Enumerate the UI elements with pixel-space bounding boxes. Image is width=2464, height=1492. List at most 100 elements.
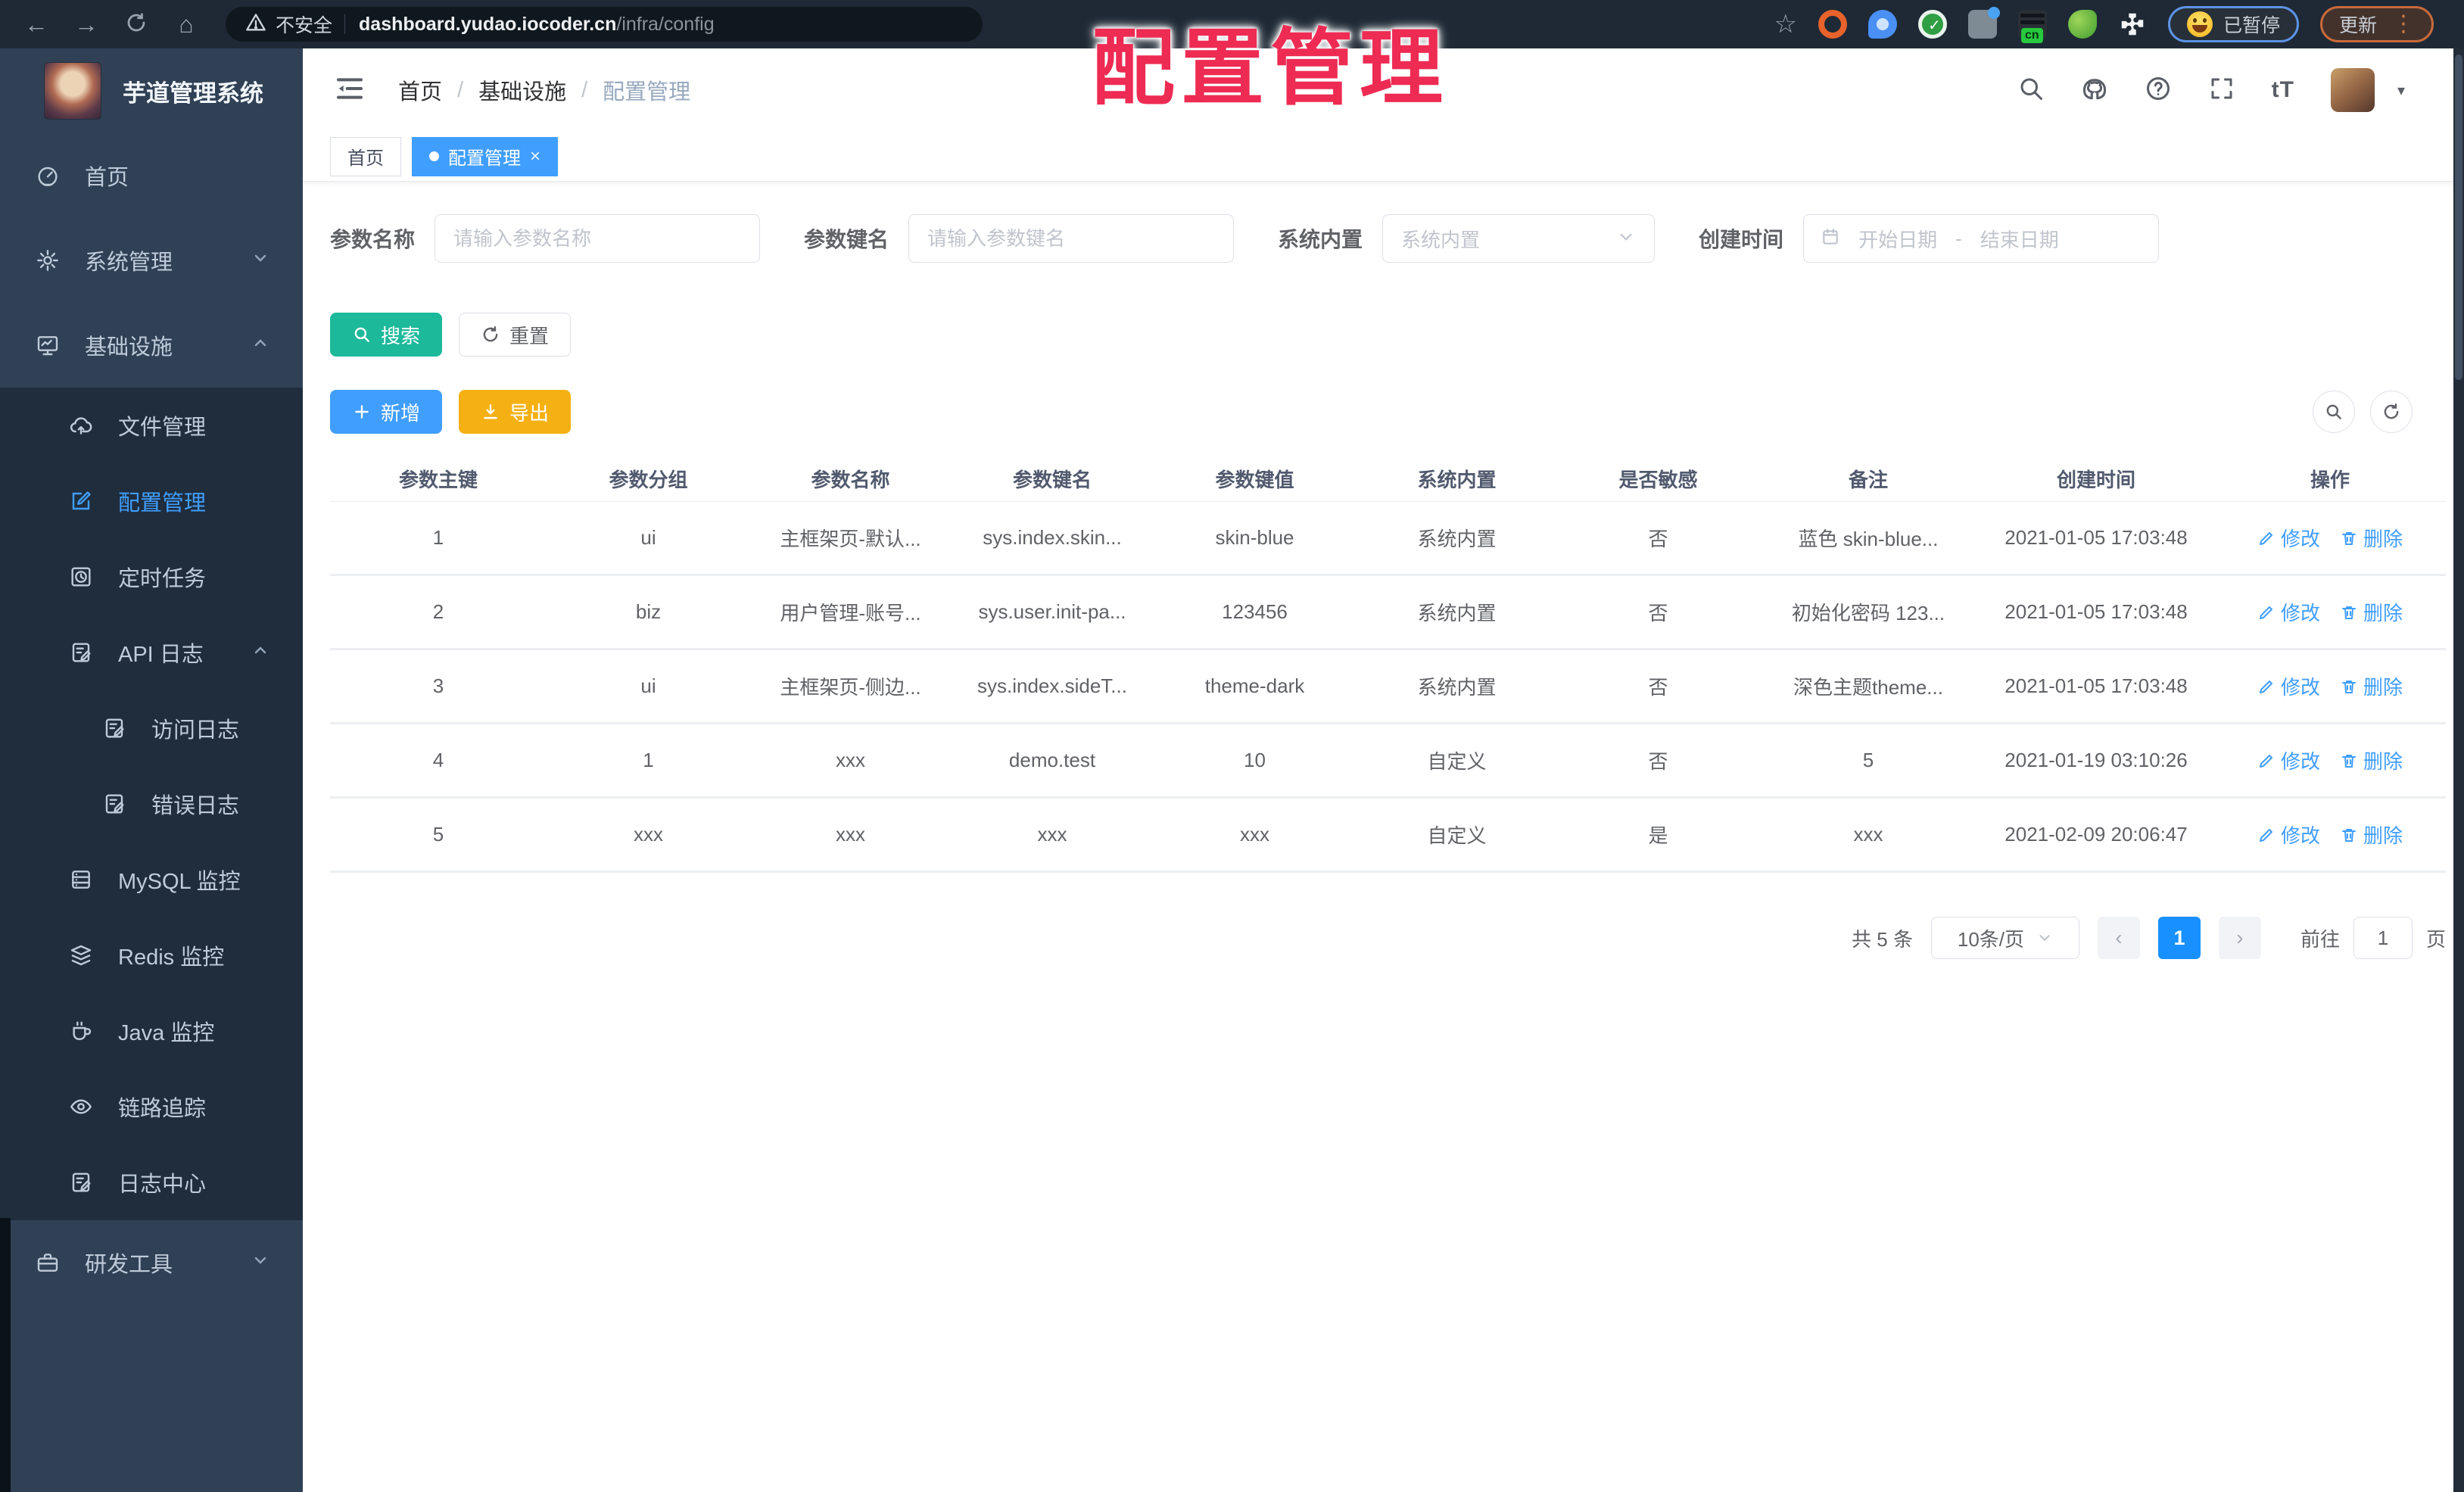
sidebar-item-file-manage[interactable]: 文件管理 (0, 388, 303, 463)
extensions-puzzle-icon[interactable] (2118, 10, 2147, 39)
current-page-button[interactable]: 1 (2157, 917, 2201, 959)
edit-link[interactable]: 修改 (2257, 524, 2320, 552)
avatar-caret-icon[interactable]: ▾ (2397, 81, 2405, 100)
system-builtin-select[interactable]: 系统内置 (1382, 214, 1656, 263)
browser-scrollbar-thumb[interactable] (2455, 55, 2462, 380)
date-range-picker[interactable]: 开始日期 - 结束日期 (1803, 214, 2160, 263)
search-icon[interactable] (2017, 75, 2045, 106)
param-name-label: 参数名称 (330, 228, 416, 251)
close-tab-icon[interactable]: × (530, 147, 540, 166)
extension-icon-green-check[interactable]: ✓ (1917, 10, 1947, 39)
edit-link[interactable]: 修改 (2257, 746, 2320, 774)
chevron-down-icon (251, 248, 269, 273)
filter-form: 参数名称 参数键名 系统内置 系统内置 创建时间 开始日期 - 结束日期 (330, 214, 2431, 263)
refresh-button[interactable] (2370, 391, 2413, 433)
eye-icon (68, 1094, 94, 1120)
coffee-icon (68, 1018, 94, 1044)
cell-参数主键: 1 (432, 526, 444, 549)
emoji-avatar (2186, 11, 2213, 37)
sidebar-item-system[interactable]: 系统管理 (0, 218, 303, 303)
sidebar-item-error-log[interactable]: 错误日志 (0, 766, 303, 842)
sidebar-scrollbar[interactable] (0, 1218, 11, 1492)
cell-参数键名: xxx (1037, 823, 1067, 846)
sidebar-item-java-monitor[interactable]: Java 监控 (0, 993, 303, 1069)
tab-config-manage[interactable]: 配置管理 × (412, 136, 559, 176)
browser-menu-icon[interactable]: ⋮ (2392, 13, 2415, 36)
edit-link[interactable]: 修改 (2257, 598, 2320, 626)
help-icon[interactable] (2145, 75, 2172, 106)
breadcrumb-infra[interactable]: 基础设施 (478, 74, 566, 106)
chevron-down-icon (251, 1251, 269, 1276)
breadcrumb-home[interactable]: 首页 (398, 74, 442, 106)
page-body: 参数名称 参数键名 系统内置 系统内置 创建时间 开始日期 - 结束日期 (303, 214, 2453, 959)
sidebar-item-access-log[interactable]: 访问日志 (0, 690, 303, 766)
breadcrumb: 首页 / 基础设施 / 配置管理 (398, 74, 690, 106)
bookmark-star-icon[interactable]: ☆ (1774, 9, 1796, 39)
cell-操作: 修改 删除 (2214, 821, 2446, 849)
create-time-label: 创建时间 (1699, 228, 1784, 251)
log-document-icon (101, 715, 127, 741)
delete-link[interactable]: 删除 (2340, 598, 2403, 626)
sidebar-item-mysql-monitor[interactable]: MySQL 监控 (0, 842, 303, 917)
delete-link[interactable]: 删除 (2340, 524, 2403, 552)
browser-home-button[interactable]: ⌂ (173, 12, 200, 36)
sidebar-item-api-log[interactable]: API 日志 (0, 615, 303, 690)
prev-page-button[interactable]: ‹ (2097, 917, 2140, 959)
delete-link[interactable]: 删除 (2340, 672, 2403, 700)
browser-forward-button[interactable]: → (73, 12, 100, 36)
user-avatar[interactable] (2330, 68, 2375, 112)
extension-icon-grey[interactable] (1967, 7, 2000, 39)
param-name-input[interactable] (435, 214, 761, 263)
sidebar-item-config-manage[interactable]: 配置管理 (0, 463, 303, 539)
edit-link[interactable]: 修改 (2257, 821, 2320, 849)
delete-link[interactable]: 删除 (2340, 746, 2403, 774)
table-utility-buttons (2313, 391, 2431, 433)
font-size-icon[interactable]: tT (2272, 77, 2294, 103)
url-bar[interactable]: 不安全 dashboard.yudao.iocoder.cn /infra/co… (226, 7, 983, 42)
sidebar-item-cron-job[interactable]: 定时任务 (0, 539, 303, 615)
extension-icon-leaf[interactable] (2067, 10, 2097, 39)
reset-button[interactable]: 重置 (459, 313, 572, 357)
next-page-button[interactable]: › (2218, 917, 2261, 959)
chevron-up-icon (251, 333, 269, 358)
page-size-select[interactable]: 10条/页 (1930, 917, 2079, 959)
cell-备注: xxx (1853, 823, 1883, 846)
sidebar-item-dev-tools[interactable]: 研发工具 (0, 1220, 303, 1305)
collapse-sidebar-icon[interactable] (335, 73, 365, 107)
delete-link[interactable]: 删除 (2340, 821, 2403, 849)
edit-link[interactable]: 修改 (2257, 672, 2320, 700)
update-label: 更新 (2338, 15, 2377, 36)
extension-icon-cn[interactable]: cn (2017, 10, 2047, 43)
extension-icon-pin[interactable] (1867, 10, 1897, 39)
param-key-input[interactable] (908, 214, 1235, 263)
insecure-warning-icon[interactable] (245, 12, 266, 37)
sidebar-item-redis-monitor[interactable]: Redis 监控 (0, 917, 303, 993)
cell-是否敏感: 否 (1648, 750, 1668, 773)
log-document-icon (68, 640, 94, 665)
brand-title: 芋道管理系统 (123, 79, 263, 107)
goto-page-input[interactable] (2353, 917, 2413, 959)
cell-备注: 蓝色 skin-blue... (1798, 528, 1939, 550)
browser-back-button[interactable]: ← (23, 12, 50, 36)
cell-参数名称: 主框架页-侧边... (780, 676, 921, 699)
fullscreen-icon[interactable] (2208, 75, 2235, 106)
browser-reload-button[interactable] (123, 11, 150, 38)
sidebar-item-trace[interactable]: 链路追踪 (0, 1069, 303, 1145)
add-button[interactable]: 新增 (330, 390, 443, 434)
export-button[interactable]: 导出 (459, 390, 572, 434)
profile-paused-pill[interactable]: 已暂停 (2167, 6, 2299, 42)
browser-scrollbar[interactable] (2453, 48, 2464, 1492)
toggle-search-button[interactable] (2313, 391, 2355, 433)
github-icon[interactable] (2081, 75, 2108, 106)
extension-icon-orange[interactable] (1818, 10, 1847, 39)
sidebar-item-home[interactable]: 首页 (0, 133, 303, 218)
search-button[interactable]: 搜索 (330, 313, 443, 357)
clock-icon (68, 564, 94, 590)
tab-home[interactable]: 首页 (330, 136, 401, 176)
date-end-placeholder: 结束日期 (1980, 228, 2059, 251)
browser-update-button[interactable]: 更新 ⋮ (2319, 6, 2434, 42)
sidebar-item-log-center[interactable]: 日志中心 (0, 1145, 303, 1220)
paused-label: 已暂停 (2223, 15, 2280, 36)
sidebar-item-infra[interactable]: 基础设施 (0, 303, 303, 388)
cell-操作: 修改 删除 (2214, 524, 2446, 552)
